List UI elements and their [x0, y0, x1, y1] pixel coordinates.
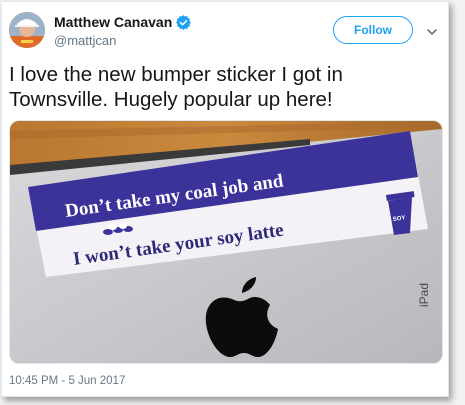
ipad-label: iPad	[417, 283, 431, 307]
chevron-down-icon[interactable]	[427, 24, 437, 35]
tweet-timestamp[interactable]: 10:45 PM - 5 Jun 2017	[9, 375, 125, 387]
tweet-photo[interactable]: Don’t take my coal job and I won’t take …	[9, 120, 443, 364]
avatar[interactable]	[9, 12, 45, 48]
author-handle[interactable]: @mattjcan	[54, 33, 116, 48]
tweet-text: I love the new bumper sticker I got in T…	[9, 63, 343, 111]
author-name-row[interactable]: Matthew Canavan	[54, 14, 192, 30]
tweet-card: Matthew Canavan @mattjcan Follow I love …	[1, 1, 449, 397]
author-name[interactable]: Matthew Canavan	[54, 14, 172, 30]
follow-button[interactable]: Follow	[333, 16, 413, 44]
verified-badge-icon	[176, 14, 192, 30]
